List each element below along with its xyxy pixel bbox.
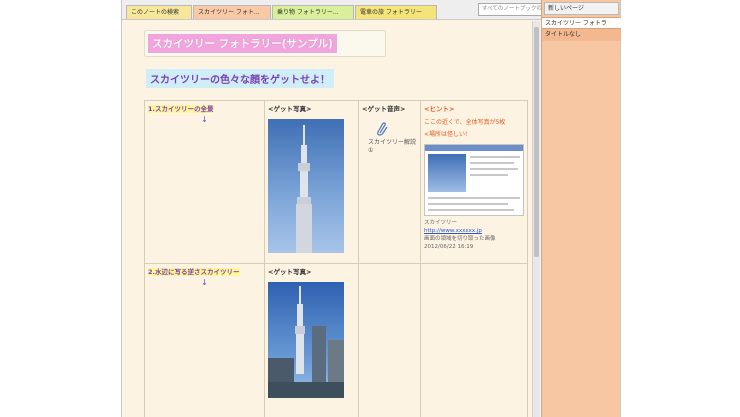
table-cell-hint[interactable]: [420, 263, 528, 417]
photo-header: <ゲット写真>: [268, 105, 312, 113]
photo-rally-table[interactable]: 1.スカイツリーの全景 ↓ <ゲット写真> <ゲット音声> スカイツリー解説① …: [144, 100, 528, 417]
vertical-scrollbar[interactable]: [532, 21, 540, 417]
voice-header: <ゲット音声>: [362, 105, 406, 113]
table-cell-hint[interactable]: <ヒント> ここの近くで、全体写真が5枚 <場所は怪しい! スカイツリー htt…: [420, 100, 528, 264]
clip-source-note: 画面の領域を切り取った画像: [424, 236, 496, 242]
hint-header: <ヒント>: [424, 105, 455, 113]
table-cell-task[interactable]: 1.スカイツリーの全景 ↓: [144, 100, 265, 264]
clip-attachment-icon[interactable]: [372, 121, 394, 139]
photo-header: <ゲット写真>: [268, 268, 312, 276]
arrow-down-icon: ↓: [201, 115, 208, 124]
tab-search-this-note[interactable]: このノートの検索: [126, 5, 192, 19]
page-title-container[interactable]: スカイツリー フォトラリー(サンプル): [144, 30, 386, 57]
table-row: 1.スカイツリーの全景 ↓ <ゲット写真> <ゲット音声> スカイツリー解説① …: [144, 100, 528, 264]
clip-source-link[interactable]: http://www.xxxxxx.jp: [424, 227, 524, 235]
skytree-waterside-photo: [268, 282, 344, 398]
clip-date: 2012/06/22 16:19: [424, 244, 474, 250]
page-title: スカイツリー フォトラリー(サンプル): [148, 34, 337, 53]
table-cell-photo[interactable]: <ゲット写真>: [264, 100, 359, 264]
tab-vehicles[interactable]: 乗り物 フォトラリー...: [272, 5, 354, 19]
clip-meta: スカイツリー http://www.xxxxxx.jp 画面の領域を切り取った画…: [424, 219, 524, 251]
arrow-down-icon: ↓: [201, 278, 208, 287]
tab-train-trip[interactable]: 電車の旅 フォトラリー: [355, 5, 437, 19]
page-list-panel: 新しいページ スカイツリー フォトラ タイトルなし: [541, 0, 621, 417]
new-page-button[interactable]: 新しいページ: [544, 2, 619, 15]
clip-title: スカイツリー: [424, 220, 458, 226]
hint-line-2: <場所は怪しい!: [424, 131, 468, 138]
skytree-full-photo: [268, 119, 344, 253]
scrollbar-thumb[interactable]: [534, 27, 539, 257]
hint-line-1: ここの近くで、全体写真が5枚: [424, 119, 506, 126]
page-subtitle: スカイツリーの色々な顔をゲットせよ！: [146, 69, 334, 88]
page-item-untitled[interactable]: タイトルなし: [542, 29, 621, 41]
voice-file-label[interactable]: スカイツリー解説①: [368, 139, 417, 155]
onenote-window: このノートの検索 スカイツリー フォト... 乗り物 フォトラリー... 電車の…: [121, 0, 621, 417]
page-item-skytree[interactable]: スカイツリー フォトラ: [542, 17, 621, 29]
table-cell-voice[interactable]: <ゲット音声> スカイツリー解説①: [358, 100, 421, 264]
page-canvas[interactable]: スカイツリー フォトラリー(サンプル) スカイツリーの色々な顔をゲットせよ！ 1…: [122, 21, 532, 417]
screen-clipping-thumbnail[interactable]: [424, 144, 524, 216]
tab-skytree[interactable]: スカイツリー フォト...: [193, 5, 271, 19]
table-cell-task[interactable]: 2.水辺に写る逆さスカイツリー ↓: [144, 263, 265, 417]
task-label: 1.スカイツリーの全景: [148, 105, 214, 113]
table-cell-voice[interactable]: [358, 263, 421, 417]
table-cell-photo[interactable]: <ゲット写真>: [264, 263, 359, 417]
table-row: 2.水辺に写る逆さスカイツリー ↓ <ゲット写真>: [144, 263, 528, 417]
task-label: 2.水辺に写る逆さスカイツリー: [148, 268, 240, 276]
